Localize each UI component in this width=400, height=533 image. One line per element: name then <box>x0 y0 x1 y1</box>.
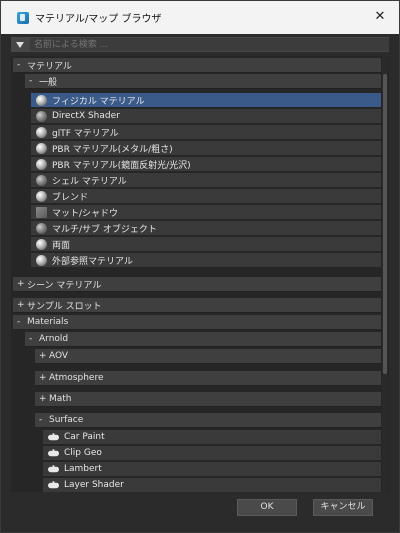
shader-item-car-paint[interactable]: Car Paint <box>43 430 381 445</box>
expand-icon: + <box>17 279 25 289</box>
expand-icon: + <box>17 300 25 310</box>
material-label: DirectX Shader <box>52 111 120 121</box>
subgroup-arnold[interactable]: - Arnold <box>25 332 381 347</box>
material-map-browser-window: マテリアル/マップ ブラウザ ✕ - マテリアル - 一般 フィジカル マテリア… <box>0 0 400 533</box>
material-label: 両面 <box>52 240 71 251</box>
subgroup-surface[interactable]: - Surface <box>35 413 381 428</box>
title-bar[interactable]: マテリアル/マップ ブラウザ ✕ <box>1 1 399 34</box>
group-label: 一般 <box>39 77 58 88</box>
material-sphere-icon <box>36 158 47 170</box>
material-sphere-icon <box>36 110 47 122</box>
group-label: Materials <box>27 317 69 327</box>
close-button[interactable]: ✕ <box>373 10 387 24</box>
group-scene-materials[interactable]: + シーン マテリアル <box>13 277 381 292</box>
group-materials-en[interactable]: - Materials <box>13 315 381 330</box>
teapot-icon <box>48 449 59 457</box>
group-label: Arnold <box>39 334 69 344</box>
material-label: マット/シャドウ <box>52 208 119 219</box>
group-sample-slots[interactable]: + サンプル スロット <box>13 298 381 313</box>
material-sphere-icon <box>36 142 47 154</box>
shader-item-layer-shader[interactable]: Layer Shader <box>43 478 381 492</box>
material-item-physical[interactable]: フィジカル マテリアル <box>31 93 381 108</box>
material-label: フィジカル マテリアル <box>52 96 145 107</box>
collapse-icon: - <box>39 415 43 425</box>
subgroup-aov[interactable]: + AOV <box>35 349 381 364</box>
browser-tree-panel: - マテリアル - 一般 フィジカル マテリアル DirectX Shader … <box>11 56 389 492</box>
scrollbar-thumb[interactable] <box>383 74 387 374</box>
shader-label: Lambert <box>64 464 102 474</box>
subgroup-math[interactable]: + Math <box>35 392 381 407</box>
dialog-footer: OK キャンセル <box>1 492 399 532</box>
material-label: PBR マテリアル(メタル/粗さ) <box>52 144 173 155</box>
material-item-shell[interactable]: シェル マテリアル <box>31 173 381 188</box>
material-item-pbr-metal[interactable]: PBR マテリアル(メタル/粗さ) <box>31 141 381 156</box>
group-label: Atmosphere <box>49 373 104 383</box>
material-label: ブレンド <box>52 192 89 203</box>
material-item-pbr-specular[interactable]: PBR マテリアル(鏡面反射光/光沢) <box>31 157 381 172</box>
cancel-button[interactable]: キャンセル <box>313 499 373 516</box>
material-sphere-icon <box>36 174 47 186</box>
material-item-blend[interactable]: ブレンド <box>31 189 381 204</box>
material-sphere-icon <box>36 254 47 266</box>
collapse-icon: - <box>17 60 21 70</box>
tree-scrollbar[interactable] <box>382 56 388 492</box>
expand-icon: + <box>39 373 47 383</box>
search-bar <box>11 37 389 52</box>
teapot-icon <box>48 465 59 473</box>
shader-item-lambert[interactable]: Lambert <box>43 462 381 477</box>
teapot-icon <box>48 433 59 441</box>
material-sphere-icon <box>36 222 47 234</box>
window-title: マテリアル/マップ ブラウザ <box>35 14 162 25</box>
material-label: glTF マテリアル <box>52 128 119 139</box>
material-sphere-icon <box>36 126 47 138</box>
group-materials[interactable]: - マテリアル <box>13 58 381 73</box>
subgroup-atmosphere[interactable]: + Atmosphere <box>35 371 381 386</box>
ok-button[interactable]: OK <box>237 499 297 516</box>
expand-icon: + <box>39 351 47 361</box>
subgroup-general[interactable]: - 一般 <box>25 74 381 89</box>
material-item-directx[interactable]: DirectX Shader <box>31 109 381 124</box>
material-sphere-icon <box>36 190 47 202</box>
shader-item-clip-geo[interactable]: Clip Geo <box>43 446 381 461</box>
group-label: シーン マテリアル <box>27 280 102 291</box>
shader-label: Clip Geo <box>64 448 102 458</box>
group-label: Math <box>49 394 72 404</box>
collapse-icon: - <box>29 76 33 86</box>
material-item-matte-shadow[interactable]: マット/シャドウ <box>31 205 381 220</box>
material-sphere-icon <box>36 94 47 106</box>
material-item-xref[interactable]: 外部参照マテリアル <box>31 253 381 268</box>
group-label: AOV <box>49 351 69 361</box>
material-label: シェル マテリアル <box>52 176 127 187</box>
app-icon <box>17 11 29 24</box>
material-item-multi-sub[interactable]: マルチ/サブ オブジェクト <box>31 221 381 236</box>
material-label: マルチ/サブ オブジェクト <box>52 224 157 235</box>
search-input[interactable] <box>30 38 389 51</box>
material-label: PBR マテリアル(鏡面反射光/光沢) <box>52 160 191 171</box>
search-options-dropdown-icon[interactable] <box>16 41 24 48</box>
group-label: Surface <box>49 415 84 425</box>
shader-label: Car Paint <box>64 432 105 442</box>
group-label: マテリアル <box>27 61 72 72</box>
material-sphere-icon <box>36 238 47 250</box>
material-label: 外部参照マテリアル <box>52 256 133 267</box>
teapot-icon <box>48 481 59 489</box>
group-label: サンプル スロット <box>27 301 102 312</box>
expand-icon: + <box>39 394 47 404</box>
material-square-icon <box>36 206 47 218</box>
collapse-icon: - <box>29 334 33 344</box>
material-item-double-sided[interactable]: 両面 <box>31 237 381 252</box>
shader-label: Layer Shader <box>64 480 124 490</box>
collapse-icon: - <box>17 317 21 327</box>
material-item-gltf[interactable]: glTF マテリアル <box>31 125 381 140</box>
